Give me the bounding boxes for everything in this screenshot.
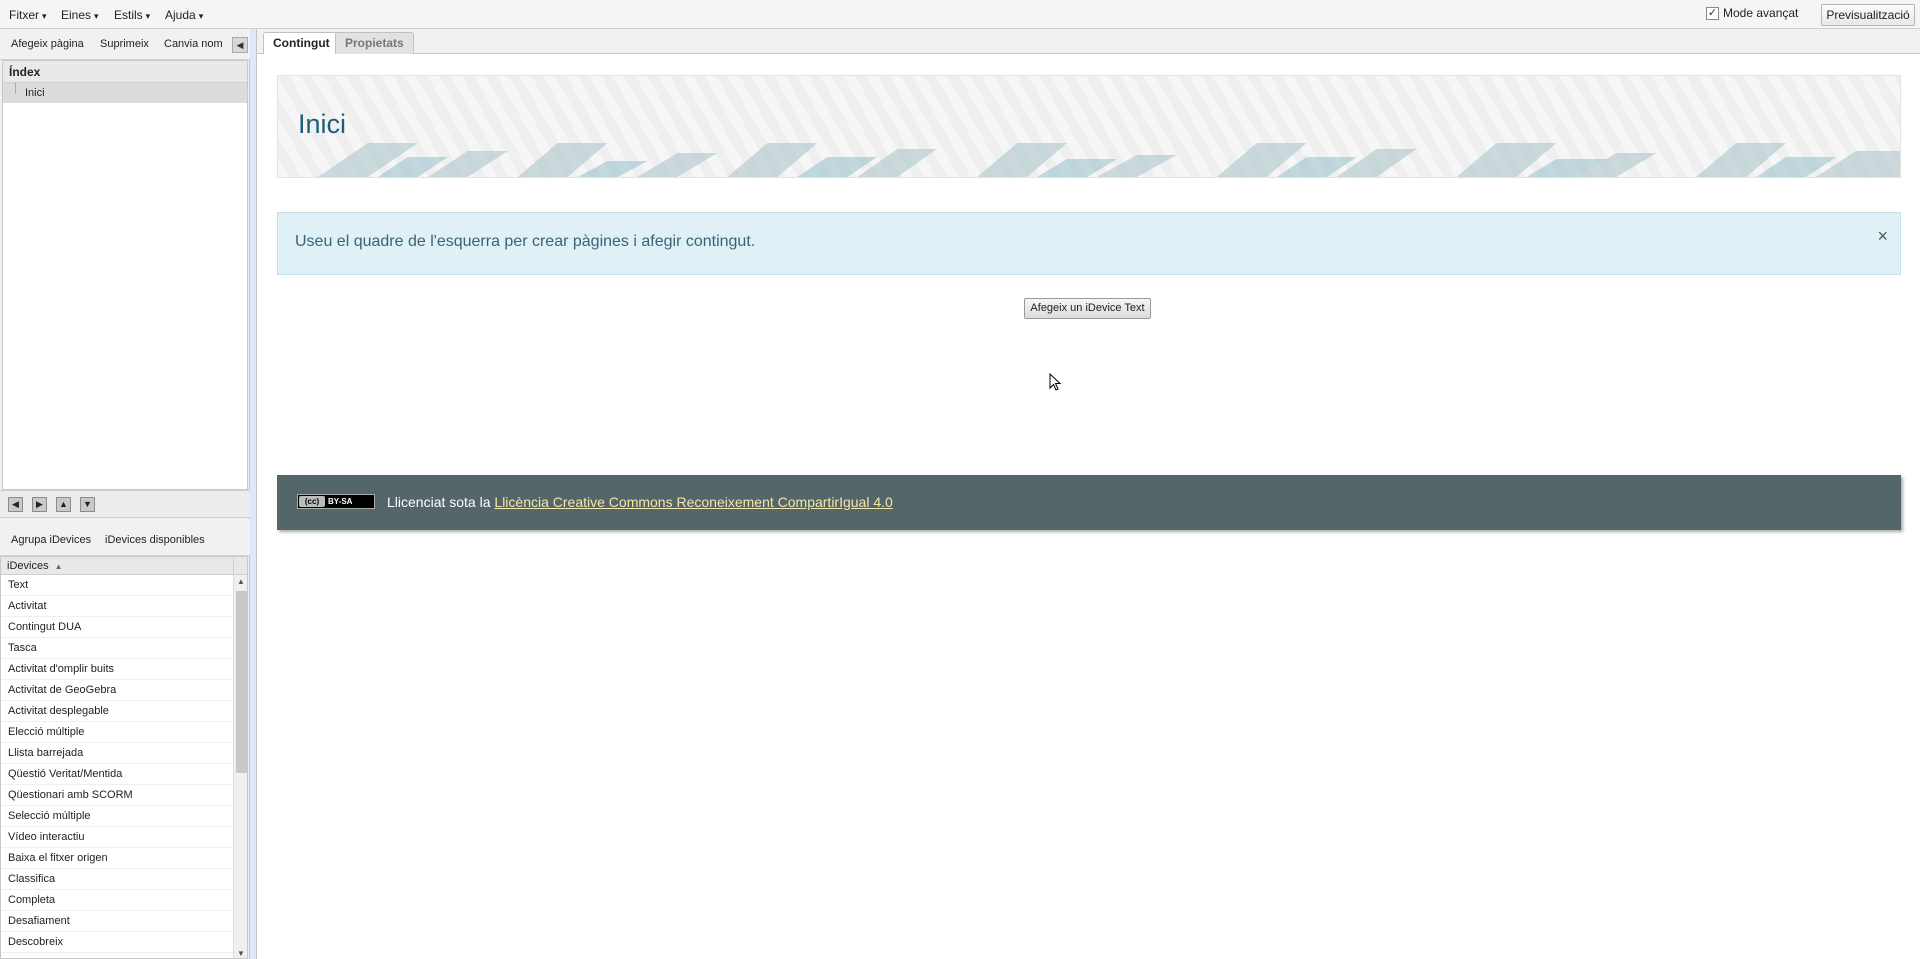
mouse-cursor-icon — [1049, 373, 1061, 391]
content-panel: Contingut Propietats Inici Useu el quadr… — [256, 29, 1920, 959]
tab-contingut[interactable]: Contingut — [263, 32, 340, 54]
idevices-column-label: iDevices — [7, 560, 49, 572]
move-left-icon[interactable]: ◀ — [8, 497, 23, 512]
by-sa-badge-label: BY-SA — [328, 497, 353, 506]
chevron-down-icon: ▾ — [42, 11, 47, 21]
move-right-icon[interactable]: ▶ — [32, 497, 47, 512]
idevice-list-item[interactable]: Elecció múltiple — [1, 722, 233, 743]
chevron-down-icon: ▾ — [198, 11, 204, 21]
collapse-left-icon[interactable]: ◀ — [232, 37, 248, 53]
page-move-controls: ◀ ▶ ▲ ▼ — [0, 490, 250, 518]
page-header-banner: Inici — [277, 75, 1901, 178]
alert-message: Useu el quadre de l'esquerra per crear p… — [295, 233, 756, 250]
idevice-list-item[interactable]: Selecció múltiple — [1, 806, 233, 827]
menu-bar: Fitxer ▾ Eines ▾ Estils ▾ Ajuda ▾ ✓ Mode ava… — [0, 0, 1920, 29]
column-header-filler — [233, 557, 247, 575]
scroll-thumb[interactable] — [236, 591, 247, 773]
idevice-list-item[interactable]: Qüestió Veritat/Mentida — [1, 764, 233, 785]
scroll-up-icon[interactable]: ▲ — [237, 577, 245, 586]
tree-header: Índex — [3, 61, 247, 83]
preview-button[interactable]: Previsualització — [1821, 4, 1915, 26]
idevice-list-item[interactable]: Text — [1, 575, 233, 596]
idevices-column-header[interactable]: iDevices ▲ — [1, 557, 233, 575]
close-icon[interactable]: × — [1877, 226, 1888, 247]
idevice-list-item[interactable]: Contingut DUA — [1, 617, 233, 638]
advanced-mode-label: Mode avançat — [1723, 6, 1799, 20]
advanced-mode-toggle[interactable]: ✓ Mode avançat — [1706, 6, 1798, 20]
idevice-list-item[interactable]: Desafiament — [1, 911, 233, 932]
move-down-icon[interactable]: ▼ — [80, 497, 95, 512]
available-idevices-button[interactable]: iDevices disponibles — [105, 534, 205, 546]
idevices-toolbar: Agrupa iDevices iDevices disponibles — [0, 519, 250, 556]
move-up-icon[interactable]: ▲ — [56, 497, 71, 512]
idevice-list-item[interactable]: Completa — [1, 890, 233, 911]
sort-asc-icon: ▲ — [54, 562, 63, 571]
nav-toolbar: Afegeix pàgina Suprimeix Canvia nom ◀ — [0, 29, 250, 60]
license-prefix: Llicenciat sota la — [387, 494, 495, 510]
license-footer: (cc) BY-SA Llicenciat sota la Llicència … — [277, 475, 1901, 530]
tab-propietats[interactable]: Propietats — [335, 32, 414, 54]
chevron-down-icon: ▾ — [94, 11, 99, 21]
page-tree: Índex Inici — [2, 60, 248, 490]
page-title: Inici — [298, 109, 347, 139]
delete-page-button[interactable]: Suprimeix — [100, 38, 149, 50]
idevice-list-item[interactable]: Vídeo interactiu — [1, 827, 233, 848]
idevice-list-item[interactable]: Qüestionari amb SCORM — [1, 785, 233, 806]
menu-fitxer[interactable]: Fitxer ▾ — [9, 8, 47, 22]
idevice-list-item[interactable]: Activitat — [1, 596, 233, 617]
menu-estils[interactable]: Estils ▾ — [114, 8, 150, 22]
idevice-list-item[interactable]: Classifica — [1, 869, 233, 890]
scroll-down-icon[interactable]: ▼ — [237, 949, 245, 958]
license-link[interactable]: Llicència Creative Commons Reconeixement… — [494, 494, 892, 510]
banner-pattern — [317, 143, 1900, 177]
idevice-list-item[interactable]: Activitat d'omplir buits — [1, 659, 233, 680]
menu-ajuda[interactable]: Ajuda ▾ — [165, 8, 203, 22]
idevices-rows: Text Activitat Contingut DUA Tasca Activitat… — [1, 575, 233, 958]
content-tabbar: Contingut Propietats — [257, 29, 1920, 54]
idevices-list: iDevices ▲ Text Activitat Contingut DUA Tasc… — [0, 556, 248, 959]
idevice-list-item[interactable]: Llista barrejada — [1, 743, 233, 764]
idevice-list-item[interactable]: Descobreix — [1, 932, 233, 953]
idevice-list-item[interactable]: Fitxers adjunts — [1, 953, 233, 958]
idevice-list-item[interactable]: Baixa el fitxer origen — [1, 848, 233, 869]
menu-estils-label: Estils — [114, 8, 143, 22]
menu-eines-label: Eines — [61, 8, 92, 22]
add-text-idevice-button[interactable]: Afegeix un iDevice Text — [1024, 298, 1151, 319]
cc-badge-label: (cc) — [299, 496, 325, 507]
tree-node-inici[interactable]: Inici — [3, 83, 247, 103]
rename-page-button[interactable]: Canvia nom — [164, 38, 223, 50]
left-sidebar: Afegeix pàgina Suprimeix Canvia nom ◀ Ín… — [0, 29, 250, 959]
idevice-list-item[interactable]: Activitat de GeoGebra — [1, 680, 233, 701]
info-alert: Useu el quadre de l'esquerra per crear p… — [277, 212, 1901, 275]
idevice-list-item[interactable]: Tasca — [1, 638, 233, 659]
idevice-list-item[interactable]: Activitat desplegable — [1, 701, 233, 722]
chevron-down-icon: ▾ — [145, 11, 151, 21]
idevices-scrollbar[interactable]: ▲ ▼ — [233, 575, 247, 958]
advanced-mode-checkbox[interactable]: ✓ — [1706, 6, 1719, 20]
cc-by-sa-badge: (cc) BY-SA — [297, 494, 375, 509]
add-page-button[interactable]: Afegeix pàgina — [11, 38, 84, 50]
menu-fitxer-label: Fitxer — [9, 8, 39, 22]
menu-ajuda-label: Ajuda — [165, 8, 196, 22]
group-idevices-button[interactable]: Agrupa iDevices — [11, 534, 91, 546]
license-text: Llicenciat sota la Llicència Creative Co… — [387, 494, 893, 510]
menu-eines[interactable]: Eines ▾ — [61, 8, 99, 22]
